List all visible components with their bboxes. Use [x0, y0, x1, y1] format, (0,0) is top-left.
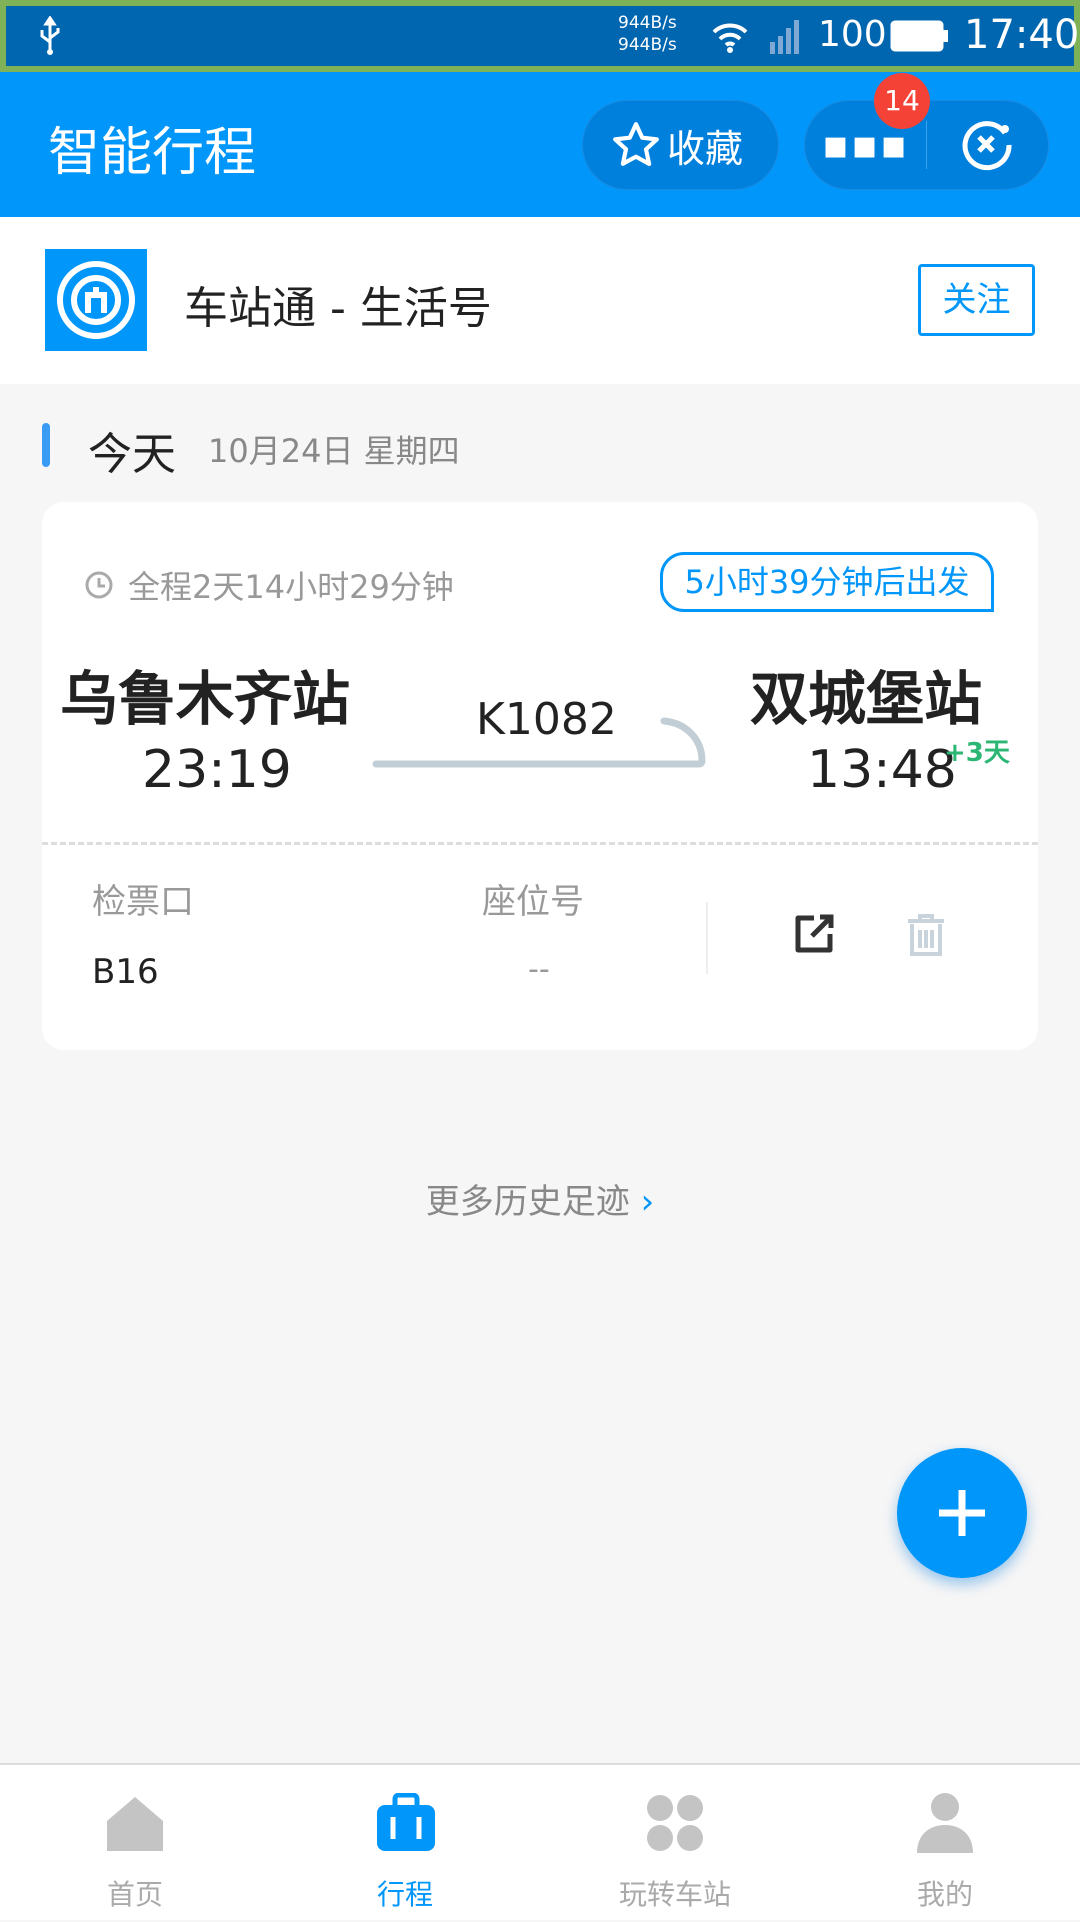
today-indicator — [42, 423, 50, 467]
grid-icon — [647, 1795, 703, 1851]
clock-icon — [85, 571, 113, 599]
wifi-icon — [712, 23, 748, 53]
nav-station[interactable]: 玩转车站 — [540, 1765, 810, 1922]
battery-level: 100 — [818, 14, 887, 55]
to-station: 双城堡站 — [750, 665, 983, 733]
add-trip-button[interactable] — [897, 1448, 1027, 1578]
more-history-link[interactable]: 更多历史足迹 › — [0, 1174, 1080, 1223]
page-title: 智能行程 — [48, 123, 257, 183]
seat-value: -- — [528, 952, 550, 987]
follow-button[interactable]: 关注 — [918, 264, 1035, 336]
notification-badge: 14 — [874, 73, 930, 129]
usb-icon — [40, 16, 60, 55]
more-history-label: 更多历史足迹 — [425, 1182, 630, 1222]
account-name: 车站通 - 生活号 — [184, 283, 492, 334]
nav-home-label: 首页 — [106, 1878, 163, 1911]
battery-icon — [890, 20, 948, 52]
status-bar: 944B/s 944B/s 100 17:40 — [0, 0, 1080, 72]
profile-row: 车站通 - 生活号 关注 — [0, 217, 1080, 384]
more-icon: ▪▪▪ — [821, 122, 910, 168]
trip-duration: 全程2天14小时29分钟 — [128, 568, 454, 606]
departure-countdown: 5小时39分钟后出发 — [660, 552, 994, 612]
luggage-icon — [377, 1793, 435, 1851]
share-icon[interactable] — [792, 912, 836, 956]
close-button[interactable] — [927, 101, 1048, 189]
to-time: 13:48 — [807, 740, 957, 800]
nav-trips-label: 行程 — [376, 1878, 433, 1911]
net-speed-down: 944B/s — [618, 35, 677, 55]
nav-station-label: 玩转车站 — [618, 1878, 731, 1911]
plus-icon — [939, 1490, 985, 1536]
nav-profile-label: 我的 — [916, 1878, 973, 1911]
day-offset: +3天 — [944, 738, 1010, 768]
favorite-label: 收藏 — [667, 126, 744, 171]
home-icon — [107, 1797, 163, 1851]
nav-profile[interactable]: 我的 — [810, 1765, 1080, 1922]
clock: 17:40 — [964, 12, 1080, 58]
favorite-button[interactable]: 收藏 — [582, 100, 779, 190]
net-speed-up: 944B/s — [618, 13, 677, 33]
nav-trips[interactable]: 行程 — [270, 1765, 540, 1922]
station-logo — [45, 249, 147, 351]
app-header: 智能行程 收藏 ▪▪▪ 14 — [0, 72, 1080, 217]
today-label: 今天 — [88, 429, 176, 480]
trip-card[interactable]: 全程2天14小时29分钟 5小时39分钟后出发 乌鲁木齐站 23:19 K108… — [42, 502, 1038, 1050]
today-date: 10月24日 星期四 — [208, 432, 460, 470]
from-station: 乌鲁木齐站 — [60, 665, 351, 733]
divider — [42, 842, 1038, 845]
gate-label: 检票口 — [92, 882, 194, 922]
bottom-nav: 首页 行程 玩转车站 我的 — [0, 1763, 1080, 1920]
delete-icon[interactable] — [904, 912, 948, 958]
route-line — [372, 717, 706, 768]
signal-icon — [770, 20, 799, 54]
close-miniapp-icon — [963, 121, 1012, 171]
nav-home[interactable]: 首页 — [0, 1765, 270, 1922]
from-time: 23:19 — [142, 740, 292, 800]
star-icon — [613, 122, 659, 167]
gate-value: B16 — [92, 952, 159, 992]
seat-label: 座位号 — [482, 882, 584, 922]
chevron-right-icon: › — [640, 1182, 655, 1222]
user-icon — [917, 1793, 973, 1853]
